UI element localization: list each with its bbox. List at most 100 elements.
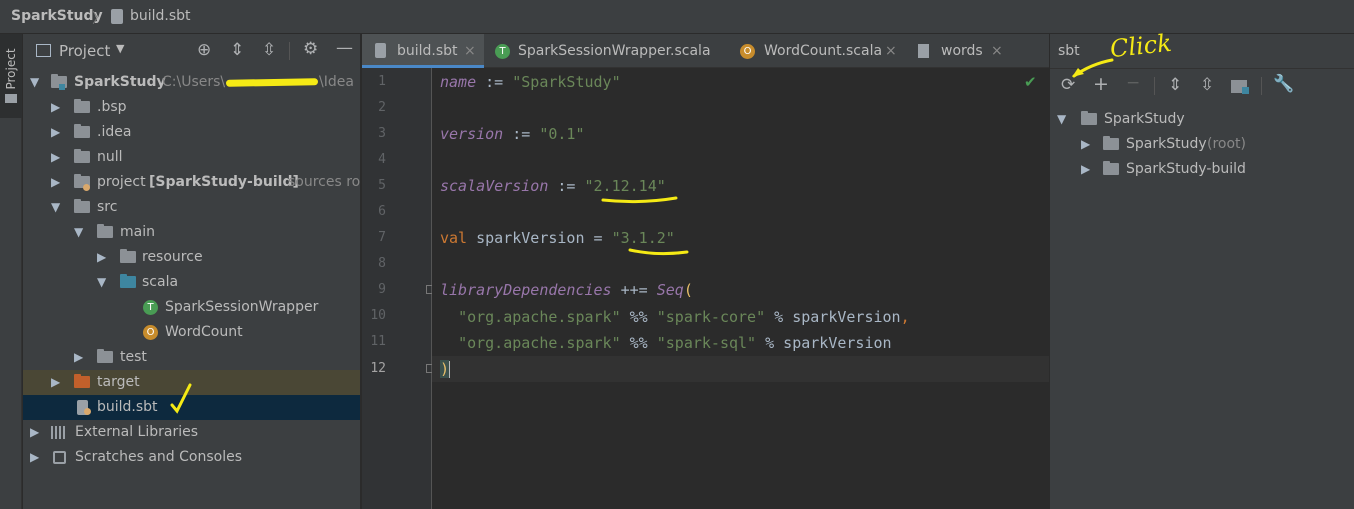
remove-icon[interactable]: −	[1126, 73, 1140, 93]
tree-label: main	[120, 224, 155, 240]
arrow-annotation-icon	[1072, 58, 1114, 78]
line-number: 7	[378, 230, 386, 245]
chevron-right-icon[interactable]: ▶	[51, 95, 63, 120]
tasks-badge-icon	[1242, 87, 1249, 94]
tree-row-sparkstudy[interactable]: ▼ SparkStudy C:\Users\ \Idea	[23, 70, 360, 95]
chevron-down-icon[interactable]: ▼	[116, 42, 124, 55]
tree-row-external-libraries[interactable]: ▶ External Libraries	[23, 420, 360, 445]
collapse-all-icon[interactable]: ⇳	[1200, 75, 1214, 95]
module-badge-icon	[59, 84, 65, 90]
folder-icon	[97, 224, 113, 238]
line-number: 6	[378, 204, 386, 219]
chevron-down-icon[interactable]: ▼	[51, 195, 63, 220]
line-number-current: 12	[370, 361, 386, 376]
chevron-right-icon[interactable]: ▶	[51, 120, 63, 145]
locate-icon[interactable]: ⊕	[197, 40, 211, 60]
breadcrumb-project[interactable]: SparkStudy	[11, 8, 103, 24]
tree-row-main[interactable]: ▼ main	[23, 220, 360, 245]
line-number: 1	[378, 74, 386, 89]
chevron-right-icon[interactable]: ▶	[51, 145, 63, 170]
libraries-icon	[51, 426, 67, 439]
line-number: 9	[378, 282, 386, 297]
tree-label: scala	[142, 274, 179, 290]
chevron-down-icon[interactable]: ▼	[74, 220, 86, 245]
tab-build-sbt[interactable]: build.sbt ×	[362, 34, 484, 68]
line-number: 2	[378, 100, 386, 115]
close-icon[interactable]: ×	[464, 34, 476, 68]
chevron-down-icon[interactable]: ▼	[30, 70, 42, 95]
sbt-tree-label: SparkStudy	[1104, 111, 1185, 127]
line-number: 3	[378, 126, 386, 141]
current-line-highlight	[432, 356, 1049, 382]
tree-label: build.sbt	[97, 399, 158, 415]
chevron-down-icon[interactable]: ▼	[1057, 107, 1066, 132]
code-editor[interactable]: ✔ name := "SparkStudy" version := "0.1" …	[432, 68, 1049, 509]
collapse-all-icon[interactable]: ⇳	[262, 40, 276, 60]
sbt-module-icon	[1103, 161, 1119, 175]
line-number: 8	[378, 256, 386, 271]
tree-row-idea[interactable]: ▶ .idea	[23, 120, 360, 145]
folder-icon	[74, 149, 90, 163]
sbt-tree-label: SparkStudy-build	[1126, 161, 1246, 177]
expand-all-icon[interactable]: ⇕	[230, 40, 244, 60]
tree-label: .idea	[97, 124, 132, 140]
gear-icon[interactable]: ⚙	[303, 39, 318, 59]
chevron-right-icon[interactable]: ▶	[30, 445, 42, 470]
tab-wordcount[interactable]: O WordCount.scala ×	[726, 34, 901, 68]
tree-row-build-sbt[interactable]: build.sbt	[23, 383, 360, 420]
sbt-tree-row-root[interactable]: ▼ SparkStudy	[1050, 107, 1354, 132]
line-number: 10	[370, 308, 386, 323]
folder-icon	[74, 124, 90, 138]
minimize-icon[interactable]: —	[336, 38, 353, 58]
tree-row-null[interactable]: ▶ null	[23, 145, 360, 170]
tree-row-scratches[interactable]: ▶ Scratches and Consoles	[23, 445, 360, 470]
tree-module-name: [SparkStudy-build]	[149, 174, 299, 190]
project-view-icon	[36, 44, 51, 57]
tree-row-bsp[interactable]: ▶ .bsp	[23, 95, 360, 120]
close-icon[interactable]: ×	[991, 34, 1003, 68]
chevron-right-icon[interactable]: ▶	[30, 420, 42, 445]
folder-icon	[97, 349, 113, 363]
tree-label: SparkSessionWrapper	[165, 299, 319, 315]
tree-row-project[interactable]: ▶ project [SparkStudy-build] sources roo	[23, 170, 360, 195]
chevron-right-icon[interactable]: ▶	[51, 370, 63, 395]
tab-label: words	[941, 43, 983, 59]
click-annotation-text: Click	[1108, 28, 1173, 64]
tree-row-wordcount[interactable]: O WordCount	[23, 320, 360, 345]
chevron-right-icon[interactable]: ▶	[97, 245, 109, 270]
line-number: 11	[370, 334, 386, 349]
tree-row-test[interactable]: ▶ test	[23, 345, 360, 370]
breadcrumb-file[interactable]: build.sbt	[130, 8, 191, 24]
sbt-tree-suffix: (root)	[1207, 136, 1246, 152]
sbt-tree-row-module[interactable]: ▶ SparkStudy (root)	[1050, 132, 1354, 157]
tree-label: Scratches and Consoles	[75, 449, 242, 465]
tree-row-scala[interactable]: ▼ scala	[23, 270, 360, 295]
project-view-selector[interactable]: Project	[59, 42, 110, 60]
tab-label: SparkSessionWrapper.scala	[518, 43, 711, 59]
chevron-down-icon[interactable]: ▼	[97, 270, 109, 295]
check-annotation	[170, 383, 192, 414]
wrench-icon[interactable]: 🔧	[1273, 74, 1294, 94]
editor-tabs-bar: build.sbt × T SparkSessionWrapper.scala …	[362, 34, 1049, 68]
tree-label: WordCount	[165, 324, 243, 340]
tab-label: build.sbt	[397, 43, 458, 59]
chevron-right-icon[interactable]: ▶	[1081, 132, 1090, 157]
toolbar-divider	[289, 42, 290, 60]
tree-row-src[interactable]: ▼ src	[23, 195, 360, 220]
text-file-icon	[918, 44, 929, 58]
toolbar-divider	[1154, 77, 1155, 95]
sbt-tree-row-build[interactable]: ▶ SparkStudy-build	[1050, 157, 1354, 182]
line-number: 4	[378, 152, 386, 167]
tab-sparksessionwrapper[interactable]: T SparkSessionWrapper.scala	[484, 34, 726, 68]
chevron-right-icon[interactable]: ▶	[1081, 157, 1090, 182]
chevron-right-icon[interactable]: ▶	[51, 170, 63, 195]
tree-row-resource[interactable]: ▶ resource	[23, 245, 360, 270]
tree-label: project	[97, 174, 146, 190]
tab-words[interactable]: words ×	[901, 34, 1007, 68]
line-number-gutter: 1 2 3 4 5 6 7 8 9 10 11 12	[362, 68, 435, 509]
tree-row-sparksessionwrapper[interactable]: T SparkSessionWrapper	[23, 295, 360, 320]
chevron-right-icon[interactable]: ▶	[74, 345, 86, 370]
check-icon: ✔	[1024, 73, 1037, 91]
close-icon[interactable]: ×	[885, 34, 897, 68]
expand-all-icon[interactable]: ⇕	[1168, 75, 1182, 95]
